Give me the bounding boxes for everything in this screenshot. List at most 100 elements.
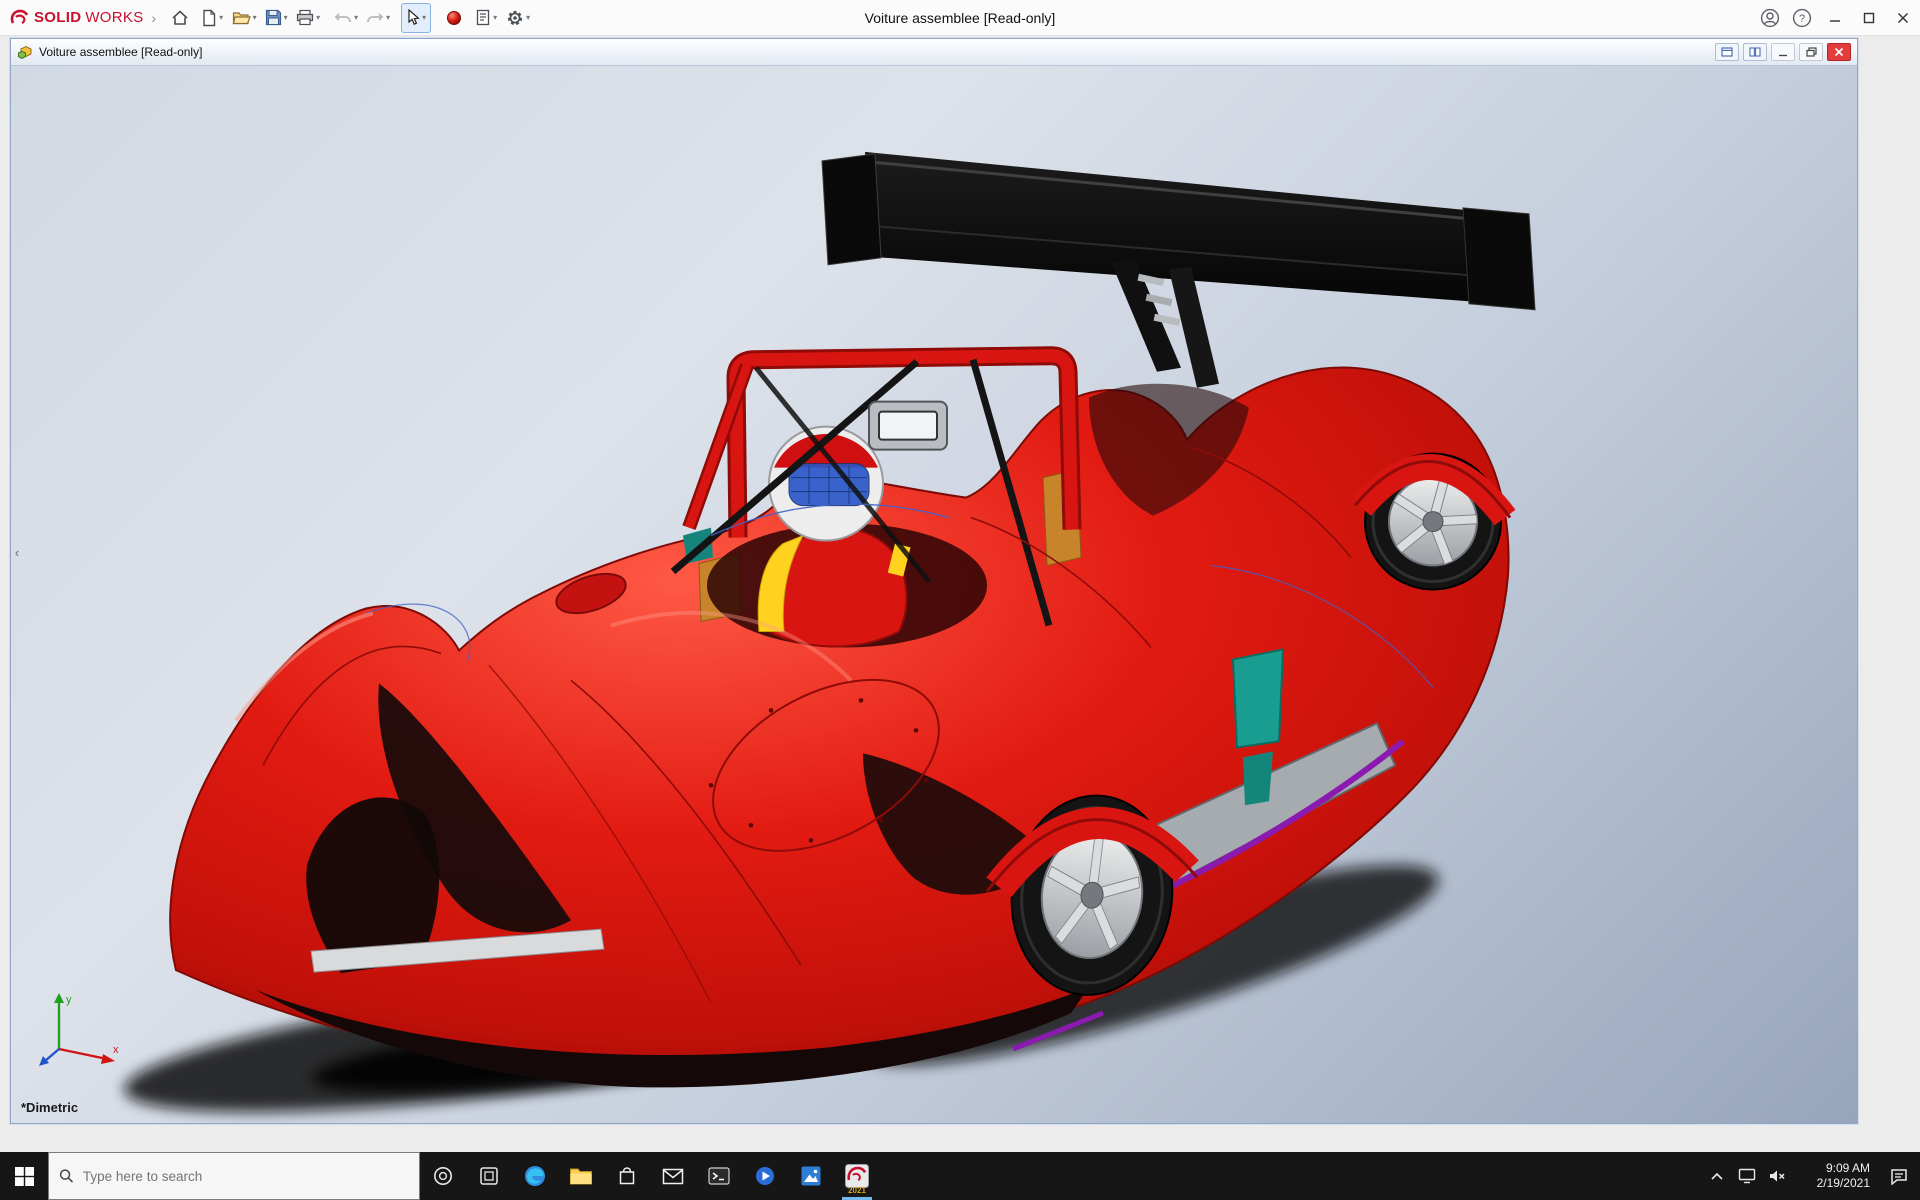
graphics-viewport[interactable]: y x *Dimetric xyxy=(11,66,1857,1123)
search-icon xyxy=(59,1168,74,1184)
svg-text:?: ? xyxy=(1799,13,1805,25)
document-window: Voiture assemblee [Read-only] xyxy=(10,38,1858,1124)
taskbar-solidworks-button[interactable]: 2021 xyxy=(834,1152,880,1200)
caret-down-icon: ▾ xyxy=(316,13,320,22)
action-center-button[interactable] xyxy=(1878,1152,1920,1200)
tray-show-hidden-button[interactable] xyxy=(1702,1152,1732,1200)
taskbar-mail-button[interactable] xyxy=(650,1152,696,1200)
taskbar-clock[interactable]: 9:09 AM 2/19/2021 xyxy=(1792,1152,1878,1200)
account-icon xyxy=(1760,8,1780,28)
doc-tile-window-button[interactable] xyxy=(1743,43,1767,61)
mail-icon xyxy=(662,1168,684,1185)
photos-icon xyxy=(800,1165,822,1187)
triad-x-label: x xyxy=(113,1044,119,1056)
orientation-triad: y x xyxy=(33,983,125,1075)
help-icon: ? xyxy=(1792,8,1812,28)
app-close-button[interactable] xyxy=(1886,0,1920,36)
solidworks-logo: SOLIDWORKS xyxy=(0,9,150,27)
doc-new-window-button[interactable] xyxy=(1715,43,1739,61)
app-maximize-button[interactable] xyxy=(1852,0,1886,36)
print-icon xyxy=(296,9,314,26)
clock-date: 2/19/2021 xyxy=(1817,1176,1870,1191)
account-button[interactable] xyxy=(1755,3,1785,33)
taskbar-store-button[interactable] xyxy=(604,1152,650,1200)
doc-restore-button[interactable] xyxy=(1799,43,1823,61)
select-arrow-icon xyxy=(406,9,420,26)
taskbar-media-player-button[interactable] xyxy=(742,1152,788,1200)
action-center-icon xyxy=(1890,1168,1908,1185)
tile-windows-icon xyxy=(1749,47,1761,57)
app-titlebar: SOLIDWORKS › ▾ ▾ ▾ ▾ xyxy=(0,0,1920,36)
media-player-icon xyxy=(754,1165,776,1187)
appearances-button[interactable] xyxy=(439,3,469,33)
caret-down-icon: ▾ xyxy=(422,13,426,22)
windows-logo-icon xyxy=(15,1167,34,1186)
console-icon xyxy=(708,1167,730,1185)
select-tool-button[interactable]: ▾ xyxy=(401,3,431,33)
caret-down-icon: ▾ xyxy=(526,13,530,22)
app-window-title: Voiture assemblee [Read-only] xyxy=(865,10,1056,26)
save-button[interactable]: ▾ xyxy=(261,3,291,33)
minimize-icon xyxy=(1829,12,1841,24)
edge-icon xyxy=(523,1164,547,1188)
doc-minimize-button[interactable] xyxy=(1771,43,1795,61)
taskbar-spacer xyxy=(880,1152,1702,1200)
solidworks-version-badge: 2021 xyxy=(834,1186,880,1195)
task-view-icon xyxy=(479,1166,499,1186)
taskbar-search[interactable] xyxy=(48,1152,420,1200)
redo-button[interactable]: ▾ xyxy=(363,3,393,33)
windows-taskbar: 2021 9:09 AM 2/19/2021 xyxy=(0,1152,1920,1200)
help-button[interactable]: ? xyxy=(1787,3,1817,33)
tray-display-button[interactable] xyxy=(1732,1152,1762,1200)
minimize-icon xyxy=(1778,48,1788,57)
clock-time: 9:09 AM xyxy=(1826,1161,1870,1176)
car-model[interactable] xyxy=(11,66,1857,1123)
brand-text-bold: SOLID xyxy=(34,9,81,26)
store-bag-icon xyxy=(617,1166,637,1186)
doc-close-button[interactable] xyxy=(1827,43,1851,61)
start-button[interactable] xyxy=(0,1152,48,1200)
options-gear-icon xyxy=(506,9,524,27)
file-properties-button[interactable]: ▾ xyxy=(471,3,501,33)
caret-down-icon: ▾ xyxy=(493,13,497,22)
redo-icon xyxy=(366,11,384,25)
search-input[interactable] xyxy=(83,1169,409,1184)
home-icon xyxy=(171,9,189,27)
taskbar-file-explorer-button[interactable] xyxy=(558,1152,604,1200)
maximize-icon xyxy=(1863,12,1875,24)
document-title: Voiture assemblee [Read-only] xyxy=(39,45,202,59)
open-folder-icon xyxy=(232,10,251,26)
options-button[interactable]: ▾ xyxy=(503,3,533,33)
chevron-up-icon xyxy=(1710,1171,1724,1181)
new-document-button[interactable]: ▾ xyxy=(197,3,227,33)
restore-icon xyxy=(1806,47,1817,57)
caret-down-icon: ▾ xyxy=(219,13,223,22)
tray-volume-button[interactable] xyxy=(1762,1152,1792,1200)
taskbar-edge-button[interactable] xyxy=(512,1152,558,1200)
breadcrumb-arrow-icon[interactable]: › xyxy=(150,10,165,26)
undo-icon xyxy=(334,11,352,25)
new-document-icon xyxy=(201,9,217,27)
task-view-button[interactable] xyxy=(466,1152,512,1200)
caret-down-icon: ▾ xyxy=(354,13,358,22)
appearance-ball-icon xyxy=(446,10,462,26)
document-titlebar[interactable]: Voiture assemblee [Read-only] xyxy=(11,39,1857,66)
assembly-document-icon xyxy=(17,45,33,60)
triad-y-label: y xyxy=(66,994,72,1006)
print-button[interactable]: ▾ xyxy=(293,3,323,33)
open-button[interactable]: ▾ xyxy=(229,3,259,33)
undo-button[interactable]: ▾ xyxy=(331,3,361,33)
app-minimize-button[interactable] xyxy=(1818,0,1852,36)
file-properties-icon xyxy=(475,9,491,26)
window-icon xyxy=(1721,47,1733,57)
taskbar-console-button[interactable] xyxy=(696,1152,742,1200)
feature-panel-collapse-arrow[interactable]: ‹ xyxy=(11,538,23,568)
cortana-icon xyxy=(432,1165,454,1187)
brand-text-light: WORKS xyxy=(85,9,143,26)
taskbar-photos-button[interactable] xyxy=(788,1152,834,1200)
view-orientation-label: *Dimetric xyxy=(21,1100,78,1115)
home-button[interactable] xyxy=(165,3,195,33)
close-icon xyxy=(1897,12,1909,24)
close-icon xyxy=(1834,47,1844,57)
cortana-button[interactable] xyxy=(420,1152,466,1200)
